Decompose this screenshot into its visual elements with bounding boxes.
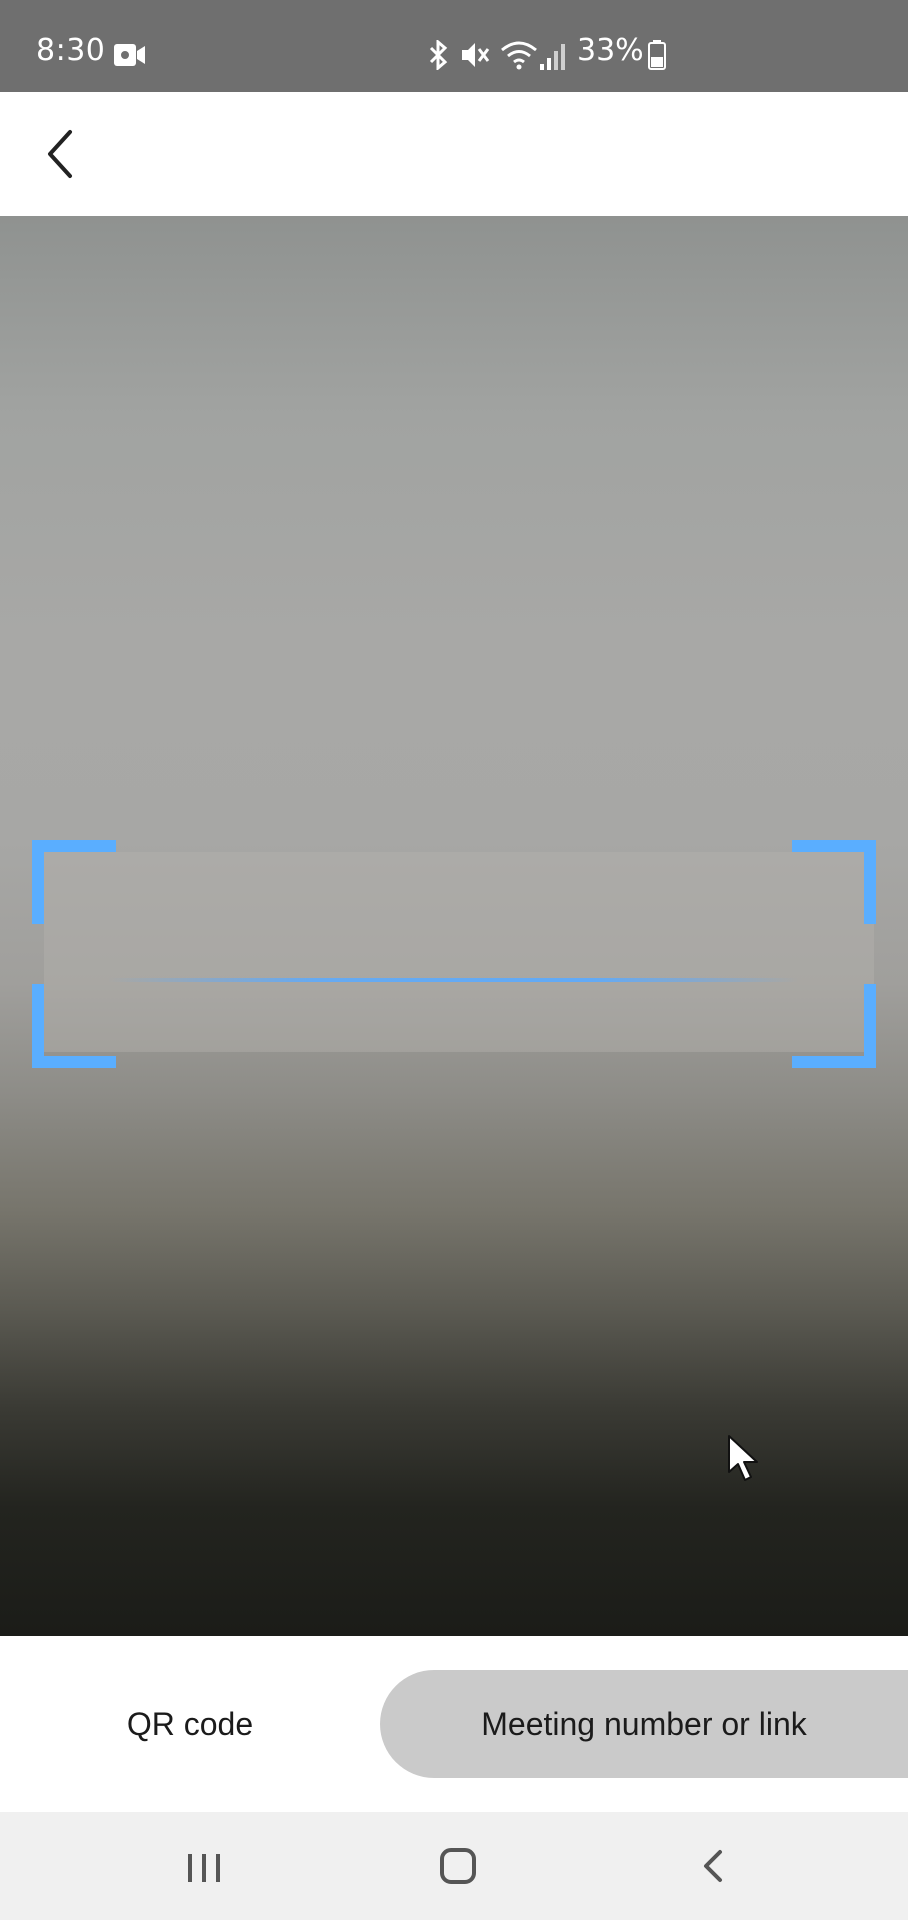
recents-icon <box>188 1854 220 1882</box>
scan-frame-corner-top-right <box>792 840 876 924</box>
scan-line <box>108 978 798 982</box>
tab-qr-code[interactable]: QR code <box>40 1670 340 1778</box>
camera-viewfinder <box>0 216 908 1636</box>
scan-area <box>44 852 874 1052</box>
scan-frame-corner-top-left <box>32 840 116 924</box>
mode-tab-bar: QR code Meeting number or link <box>0 1636 908 1812</box>
tab-meeting-number-label: Meeting number or link <box>481 1705 807 1742</box>
scan-frame-corner-bottom-left <box>32 984 116 1068</box>
tab-meeting-number-or-link[interactable]: Meeting number or link <box>380 1670 908 1778</box>
wifi-icon <box>501 41 537 70</box>
home-button[interactable] <box>426 1834 490 1898</box>
status-time: 8:30 <box>36 33 106 68</box>
back-icon <box>704 1850 722 1882</box>
bluetooth-icon <box>429 40 448 70</box>
system-back-button[interactable] <box>682 1834 746 1898</box>
tab-qr-code-label: QR code <box>126 1705 254 1742</box>
battery-percent: 33% <box>577 33 644 68</box>
status-bar: 8:30 33% <box>0 0 908 92</box>
app-header <box>0 92 908 216</box>
recents-button[interactable] <box>172 1834 236 1898</box>
video-call-icon <box>114 44 145 66</box>
scan-frame-corner-bottom-right <box>792 984 876 1068</box>
mouse-cursor-icon <box>728 1435 758 1481</box>
home-icon <box>440 1848 476 1884</box>
signal-icon <box>540 44 565 70</box>
back-button[interactable] <box>36 116 88 188</box>
system-nav-bar <box>0 1812 908 1920</box>
chevron-left-icon <box>48 130 72 178</box>
mute-icon <box>462 43 490 67</box>
battery-icon <box>648 40 666 70</box>
